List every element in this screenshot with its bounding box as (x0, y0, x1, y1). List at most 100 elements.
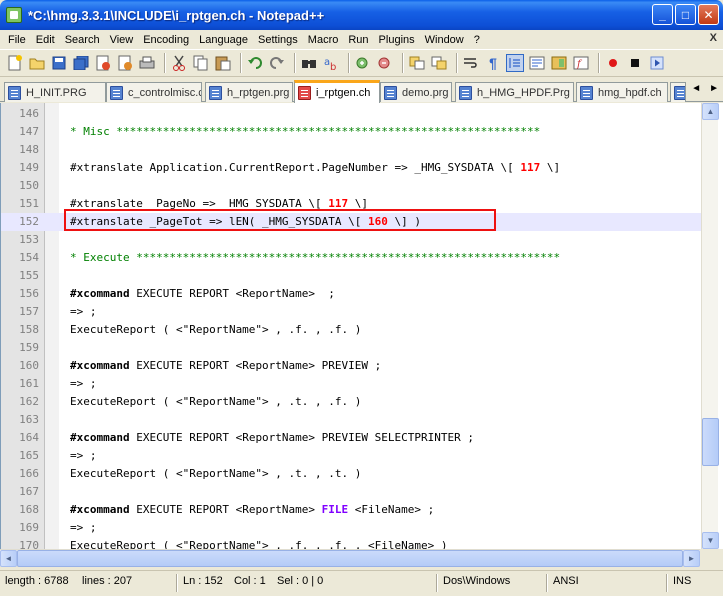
code-text: => ; (70, 519, 698, 537)
code-line[interactable]: 147 * Misc ******************************… (1, 123, 701, 141)
maximize-button[interactable]: □ (675, 4, 696, 25)
close-button[interactable]: ✕ (698, 4, 719, 25)
tab-h-rptgen-prg[interactable]: h_rptgen.prg (205, 82, 293, 102)
line-number: 163 (19, 413, 39, 426)
tab-demo-prg[interactable]: demo.prg (380, 82, 452, 102)
code-line[interactable]: 154 * Execute ***************************… (1, 249, 701, 267)
replace-icon[interactable]: ab (322, 54, 340, 72)
redo-icon[interactable] (268, 54, 286, 72)
menu-run[interactable]: Run (343, 34, 373, 46)
sync-v-icon[interactable] (408, 54, 426, 72)
function-list-icon[interactable]: f (572, 54, 590, 72)
sync-h-icon[interactable] (430, 54, 448, 72)
line-number: 153 (19, 233, 39, 246)
scroll-left-icon[interactable]: ◄ (0, 550, 17, 567)
menu-search[interactable]: Search (60, 34, 105, 46)
code-editor[interactable]: 146 147 * Misc ***************************… (0, 103, 723, 549)
menu-plugins[interactable]: Plugins (374, 34, 420, 46)
status-insert-mode[interactable]: INS (673, 575, 691, 587)
print-icon[interactable] (138, 54, 156, 72)
close-icon[interactable] (94, 54, 112, 72)
word-wrap-icon[interactable] (462, 54, 480, 72)
tab-h-hmg-hpdf-prg[interactable]: h_HMG_HPDF.Prg (455, 82, 574, 102)
copy-icon[interactable] (192, 54, 210, 72)
code-line[interactable]: 166 ExecuteReport ( <"ReportName"> , .t. … (1, 465, 701, 483)
menu-edit[interactable]: Edit (31, 34, 60, 46)
user-lang-icon[interactable] (528, 54, 546, 72)
menu-window[interactable]: Window (420, 34, 469, 46)
code-line[interactable]: 165 => ; (1, 447, 701, 465)
status-separator (436, 574, 438, 592)
code-line[interactable]: 163 (1, 411, 701, 429)
code-line[interactable]: 146 (1, 105, 701, 123)
save-all-icon[interactable] (72, 54, 90, 72)
zoom-out-icon[interactable] (376, 54, 394, 72)
tab-scroll-left-icon[interactable]: ◄ (691, 83, 701, 94)
menu-file[interactable]: File (3, 34, 31, 46)
code-line[interactable]: 156 #xcommand EXECUTE REPORT <ReportName>… (1, 285, 701, 303)
code-token: #xtranslate Application.CurrentReport.Pa… (70, 161, 521, 174)
tab-overflow[interactable] (670, 82, 686, 102)
minimize-button[interactable]: _ (652, 4, 673, 25)
code-line[interactable]: 167 (1, 483, 701, 501)
status-length: length : 6788 (5, 575, 69, 587)
cut-icon[interactable] (170, 54, 188, 72)
open-file-icon[interactable] (28, 54, 46, 72)
find-icon[interactable] (300, 54, 318, 72)
stop-macro-icon[interactable] (626, 54, 644, 72)
menu-language[interactable]: Language (194, 34, 253, 46)
code-line[interactable]: 153 (1, 231, 701, 249)
code-line[interactable]: 168 #xcommand EXECUTE REPORT <ReportName>… (1, 501, 701, 519)
tab-c-controlmisc-c[interactable]: c_controlmisc.c (106, 82, 202, 102)
code-line[interactable]: 170 ExecuteReport ( <"ReportName"> , .f. … (1, 537, 701, 549)
menu-settings[interactable]: Settings (253, 34, 303, 46)
zoom-in-icon[interactable] (354, 54, 372, 72)
close-document-button[interactable]: X (710, 32, 717, 44)
code-line[interactable]: 159 (1, 339, 701, 357)
status-eol-format[interactable]: Dos\Windows (443, 575, 510, 587)
toolbar-separator (456, 53, 458, 73)
record-macro-icon[interactable] (604, 54, 622, 72)
code-line[interactable]: 149 #xtranslate Application.CurrentReport… (1, 159, 701, 177)
scroll-up-icon[interactable]: ▲ (702, 103, 719, 120)
title-bar[interactable]: *C:\hmg.3.3.1\INCLUDE\i_rptgen.ch - Note… (0, 0, 723, 30)
doc-map-icon[interactable] (550, 54, 568, 72)
menu-view[interactable]: View (105, 34, 139, 46)
save-icon[interactable] (50, 54, 68, 72)
scroll-down-icon[interactable]: ▼ (702, 532, 719, 549)
play-macro-icon[interactable] (648, 54, 666, 72)
notepadpp-app-icon[interactable] (6, 7, 22, 23)
tab-i-rptgen-ch[interactable]: i_rptgen.ch (294, 80, 380, 103)
code-line[interactable]: 169 => ; (1, 519, 701, 537)
scroll-right-icon[interactable]: ► (683, 550, 700, 567)
code-line[interactable]: 160 #xcommand EXECUTE REPORT <ReportName>… (1, 357, 701, 375)
menu-help[interactable]: ? (469, 34, 485, 46)
vertical-scrollbar[interactable]: ▲ ▼ (701, 103, 719, 549)
paste-icon[interactable] (214, 54, 232, 72)
indent-guide-icon[interactable] (506, 54, 524, 72)
code-line[interactable]: 164 #xcommand EXECUTE REPORT <ReportName>… (1, 429, 701, 447)
menu-encoding[interactable]: Encoding (138, 34, 194, 46)
code-line[interactable]: 155 (1, 267, 701, 285)
show-all-chars-icon[interactable]: ¶ (484, 54, 502, 72)
code-line[interactable]: 161 => ; (1, 375, 701, 393)
code-text: #xcommand EXECUTE REPORT <ReportName> PR… (70, 357, 698, 375)
close-all-icon[interactable] (116, 54, 134, 72)
menu-bar: File Edit Search View Encoding Language … (0, 30, 723, 49)
undo-icon[interactable] (246, 54, 264, 72)
code-line[interactable]: 148 (1, 141, 701, 159)
status-selection: Sel : 0 | 0 (277, 575, 324, 587)
menu-macro[interactable]: Macro (303, 34, 344, 46)
tab-scroll-right-icon[interactable]: ► (709, 83, 719, 94)
line-number: 160 (19, 359, 39, 372)
vertical-scroll-thumb[interactable] (702, 418, 719, 466)
horizontal-scrollbar[interactable]: ◄ ► (0, 549, 700, 567)
tab-hmg-hpdf-ch[interactable]: hmg_hpdf.ch (576, 82, 668, 102)
tab-h-init-prg[interactable]: H_INIT.PRG (4, 82, 106, 102)
code-line[interactable]: 162 ExecuteReport ( <"ReportName"> , .t. … (1, 393, 701, 411)
new-file-icon[interactable] (6, 54, 24, 72)
code-line[interactable]: 158 ExecuteReport ( <"ReportName"> , .f. … (1, 321, 701, 339)
code-line[interactable]: 150 (1, 177, 701, 195)
horizontal-scroll-thumb[interactable] (17, 550, 683, 567)
code-line[interactable]: 157 => ; (1, 303, 701, 321)
